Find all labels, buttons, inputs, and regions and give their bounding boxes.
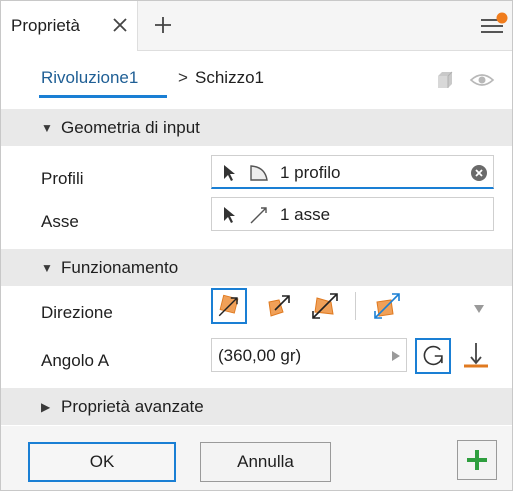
profiles-label: Profili — [41, 169, 84, 188]
cursor-icon — [224, 207, 235, 223]
angle-label: Angolo A — [41, 351, 110, 370]
collapse-arrow-icon: ▼ — [41, 120, 53, 135]
direction-label: Direzione — [41, 303, 113, 322]
ok-button[interactable]: OK — [28, 442, 176, 482]
profiles-value: 1 profilo — [280, 163, 341, 182]
breadcrumb: Rivoluzione1 > Schizzo1 — [1, 52, 512, 108]
rotate-icon[interactable] — [415, 338, 451, 374]
breadcrumb-underline — [39, 95, 167, 98]
breadcrumb-separator: > — [178, 68, 188, 87]
section-label: Proprietà avanzate — [61, 396, 204, 416]
angle-value: (360,00 gr) — [218, 346, 302, 365]
section-behavior[interactable]: ▼ Funzionamento — [1, 249, 512, 286]
axis-line-icon — [250, 207, 267, 224]
chevron-down-icon[interactable] — [474, 305, 484, 313]
breadcrumb-parent[interactable]: Rivoluzione1 — [41, 68, 138, 88]
expand-arrow-icon: ▶ — [41, 399, 51, 414]
plus-icon — [467, 450, 487, 470]
axis-selector[interactable]: 1 asse — [211, 197, 494, 231]
axis-value: 1 asse — [280, 205, 331, 224]
close-icon[interactable] — [109, 14, 131, 36]
flip-icon[interactable] — [461, 340, 491, 372]
profile-shape-icon — [250, 165, 268, 181]
angle-input[interactable]: (360,00 gr) — [211, 338, 407, 372]
menu-icon[interactable] — [479, 11, 509, 39]
cancel-button[interactable]: Annulla — [200, 442, 331, 482]
apply-plus-button[interactable] — [457, 440, 497, 480]
plus-icon[interactable] — [151, 13, 175, 37]
breadcrumb-current[interactable]: Schizzo1 — [195, 68, 264, 88]
section-label: Funzionamento — [61, 257, 179, 277]
section-label: Geometria di input — [61, 117, 200, 137]
properties-panel: Proprietà Rivoluzione1 > Schizzo1 ▼ Geom… — [0, 0, 513, 491]
footer: OK Annulla — [1, 426, 512, 490]
direction-separator — [355, 292, 356, 320]
profiles-selector[interactable]: 1 profilo — [211, 155, 494, 189]
eye-icon[interactable] — [469, 70, 495, 90]
tab-label: Proprietà — [11, 16, 80, 35]
direction-2-button[interactable] — [261, 288, 297, 324]
tab-bar: Proprietà — [1, 1, 512, 51]
section-input-geometry[interactable]: ▼ Geometria di input — [1, 109, 512, 146]
direction-3-button[interactable] — [307, 288, 343, 324]
chevron-right-icon[interactable] — [392, 351, 400, 361]
direction-4-button[interactable] — [369, 288, 405, 324]
collapse-arrow-icon: ▼ — [41, 260, 53, 275]
direction-1-button[interactable] — [211, 288, 247, 324]
section-advanced[interactable]: ▶ Proprietà avanzate — [1, 388, 512, 425]
axis-label: Asse — [41, 212, 79, 231]
tab-properties[interactable]: Proprietà — [1, 1, 138, 51]
cube-icon[interactable] — [433, 69, 455, 91]
cursor-icon — [224, 165, 235, 181]
clear-icon[interactable] — [470, 164, 488, 182]
